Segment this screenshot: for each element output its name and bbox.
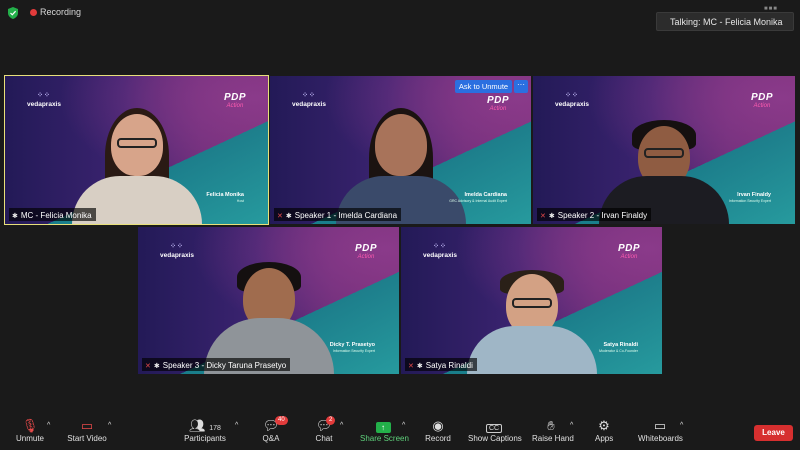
name-plate: Felicia Monika Host	[206, 192, 244, 203]
record-button[interactable]: ◉ Record	[425, 418, 451, 443]
whiteboard-icon: ▭	[653, 418, 667, 433]
pdp-action-logo: PDP Action	[223, 92, 246, 110]
participant-video	[71, 104, 202, 224]
pdp-action-logo: PDP Action	[750, 92, 773, 110]
participant-name-label: ✕ ✱ Speaker 2 - Irvan Finaldy	[537, 208, 652, 221]
muted-mic-icon: ✕	[145, 362, 151, 370]
pin-icon: ✱	[416, 362, 423, 370]
record-icon: ◉	[432, 418, 444, 433]
pin-icon: ✱	[285, 212, 292, 220]
pin-icon: ✱	[12, 212, 18, 220]
reactions-caret[interactable]: ^	[570, 422, 573, 429]
participant-video	[466, 254, 597, 374]
muted-mic-icon: ✕	[277, 212, 283, 220]
participant-video	[335, 104, 466, 224]
participant-name-label: ✕ ✱ Speaker 3 - Dicky Taruna Prasetyo	[142, 358, 291, 371]
participants-caret[interactable]: ^	[235, 422, 238, 429]
vedapraxis-logo: ⁘⁘ vedapraxis	[292, 92, 326, 108]
participant-video	[599, 104, 729, 224]
talking-indicator: Talking: MC - Felicia Monika	[656, 12, 794, 31]
video-options-caret[interactable]: ^	[108, 422, 111, 429]
qa-badge: 40	[275, 416, 288, 425]
name-plate: Irvan Finaldy Information Security Expert	[728, 192, 771, 203]
participant-name-label: ✕ ✱ Satya Rinaldi	[405, 358, 477, 371]
meeting-toolbar: 🎙︎ Unmute ^ ▭ Start Video ^ 👥︎ 178 Parti…	[0, 412, 800, 450]
muted-mic-icon: 🎙︎	[21, 418, 39, 433]
participants-icon: 👥︎ 178	[189, 418, 221, 433]
participant-video	[203, 254, 334, 374]
participant-name-label: ✕ ✱ Speaker 1 - Imelda Cardiana	[274, 208, 402, 221]
video-tile-speaker-2[interactable]: ⁘⁘ vedapraxis PDP Action Irvan Finaldy Info…	[533, 76, 795, 224]
chat-badge: 2	[326, 416, 336, 425]
ask-to-unmute-button[interactable]: Ask to Unmute	[455, 80, 512, 93]
pin-icon: ✱	[548, 212, 555, 220]
show-captions-button[interactable]: CC Show Captions	[468, 418, 522, 443]
raise-hand-icon: ✋︎	[547, 418, 555, 433]
whiteboards-button[interactable]: ▭ Whiteboards	[638, 418, 683, 443]
chat-button[interactable]: 💬︎ 2 Chat	[315, 416, 336, 443]
name-plate: Dicky T. Prasetyo Information Security Ex…	[329, 342, 375, 353]
whiteboards-caret[interactable]: ^	[680, 422, 683, 429]
video-tile-speaker-3[interactable]: ⁘⁘ vedapraxis PDP Action Dicky T. Prasetyo…	[138, 227, 399, 374]
pdp-action-logo: PDP Action	[486, 95, 509, 113]
share-screen-button[interactable]: ↑ Share Screen	[360, 418, 409, 443]
video-tile-satya[interactable]: ⁘⁘ vedapraxis PDP Action Satya Rinaldi Mode…	[401, 227, 662, 374]
recording-label: Recording	[40, 7, 82, 17]
captions-icon: CC	[468, 418, 520, 434]
security-shield-icon[interactable]	[8, 7, 18, 19]
pdp-action-logo: PDP Action	[354, 243, 377, 261]
video-tile-mc[interactable]: ⁘⁘ vedapraxis PDP Action Felicia Monika Hos…	[4, 75, 269, 225]
video-tile-speaker-1[interactable]: ⁘⁘ vedapraxis PDP Action Imelda Cardiana GR…	[270, 76, 531, 224]
qa-button[interactable]: 💬︎ 40 Q&A	[262, 416, 288, 443]
audio-options-caret[interactable]: ^	[47, 422, 50, 429]
name-plate: Imelda Cardiana GRC Advisory & Internal A…	[449, 192, 507, 203]
pdp-action-logo: PDP Action	[617, 243, 640, 261]
video-off-icon: ▭	[80, 418, 94, 433]
muted-mic-icon: ✕	[408, 362, 414, 370]
apps-icon: ⚙︎	[598, 418, 610, 433]
more-options-button[interactable]: ···	[514, 80, 528, 93]
unmute-button[interactable]: 🎙︎ Unmute	[14, 418, 46, 443]
chat-caret[interactable]: ^	[340, 422, 343, 429]
participants-button[interactable]: 👥︎ 178 Participants	[183, 418, 227, 443]
vedapraxis-logo: ⁘⁘ vedapraxis	[160, 243, 194, 259]
vedapraxis-logo: ⁘⁘ vedapraxis	[555, 92, 589, 108]
raise-hand-button[interactable]: ✋︎ Raise Hand	[532, 418, 574, 443]
muted-mic-icon: ✕	[540, 212, 546, 220]
vedapraxis-logo: ⁘⁘ vedapraxis	[423, 243, 457, 259]
start-video-button[interactable]: ▭ Start Video	[66, 418, 108, 443]
participant-name-label: ✱ MC - Felicia Monika	[9, 208, 96, 221]
pin-icon: ✱	[153, 362, 160, 370]
share-screen-caret[interactable]: ^	[402, 422, 405, 429]
recording-dot-icon	[30, 9, 37, 16]
share-screen-icon: ↑	[375, 422, 391, 433]
vedapraxis-logo: ⁘⁘ vedapraxis	[27, 92, 61, 108]
apps-button[interactable]: ⚙︎ Apps	[595, 418, 613, 443]
leave-button[interactable]: Leave	[754, 425, 793, 441]
name-plate: Satya Rinaldi Moderator & Co-Founder	[599, 342, 638, 353]
